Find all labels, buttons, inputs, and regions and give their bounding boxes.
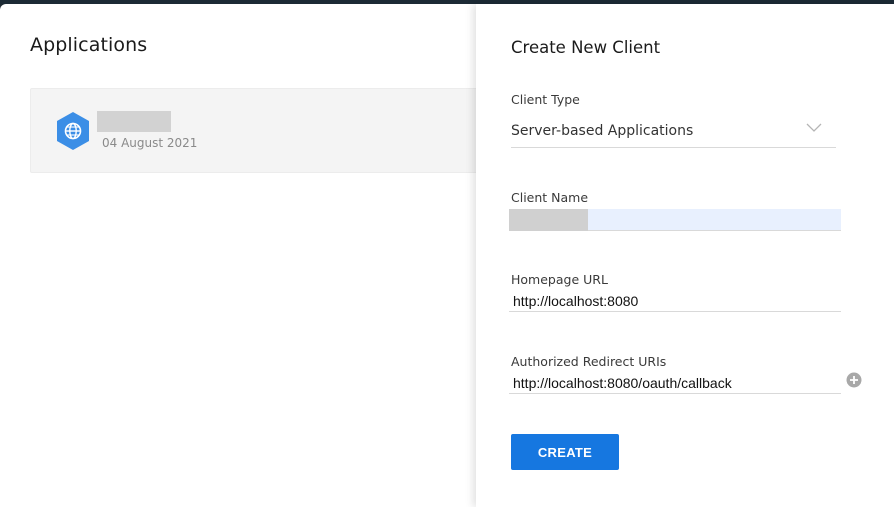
client-name-redacted: [509, 209, 588, 231]
app-name-redacted: [97, 111, 171, 132]
client-type-select[interactable]: Server-based Applications: [511, 116, 836, 148]
chevron-down-icon: [806, 123, 822, 132]
applications-pane: Applications 04 August 2021: [0, 4, 476, 507]
globe-icon: [57, 112, 89, 150]
panel-title: Create New Client: [511, 38, 661, 57]
redirect-uris-label: Authorized Redirect URIs: [511, 354, 667, 369]
app-date: 04 August 2021: [102, 136, 198, 150]
page-title: Applications: [30, 34, 148, 56]
client-type-label: Client Type: [511, 92, 580, 107]
application-card[interactable]: 04 August 2021: [30, 88, 476, 173]
create-button[interactable]: CREATE: [511, 434, 619, 470]
redirect-uri-input[interactable]: [509, 372, 841, 394]
client-name-label: Client Name: [511, 190, 589, 205]
homepage-url-label: Homepage URL: [511, 272, 608, 287]
create-client-panel: Create New Client Client Type Server-bas…: [476, 4, 894, 507]
client-type-value: Server-based Applications: [511, 123, 694, 139]
homepage-url-input[interactable]: [509, 290, 841, 312]
add-circle-icon[interactable]: [846, 372, 862, 388]
